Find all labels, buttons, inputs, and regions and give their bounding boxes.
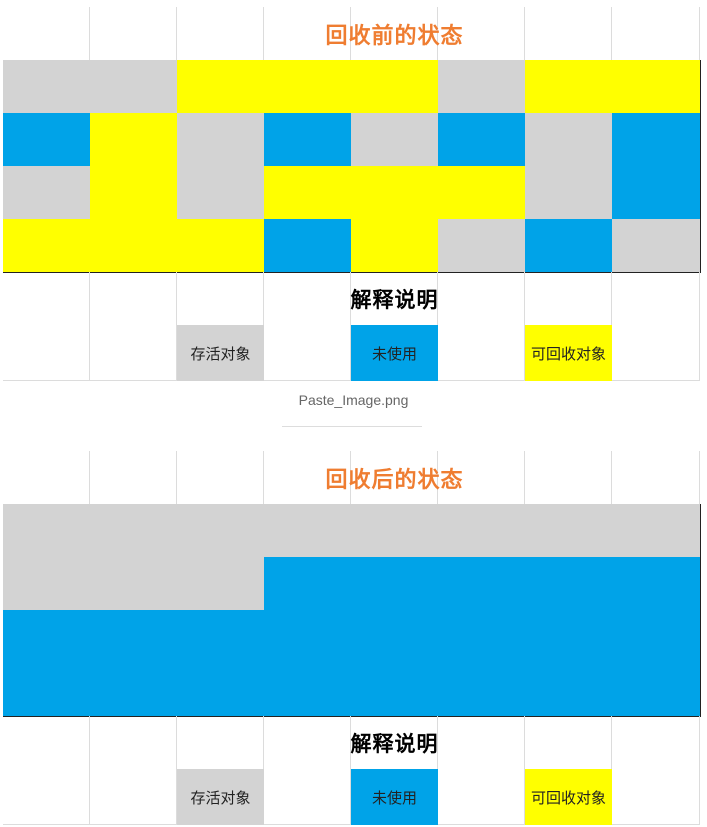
memory-cell-unused: [612, 166, 701, 220]
memory-cell-collectable: [351, 60, 439, 114]
memory-cell-live: [612, 219, 701, 273]
memory-cell-unused: [264, 113, 352, 167]
legend-title-row: 解释说明: [3, 272, 700, 325]
memory-cell-unused: [264, 663, 352, 717]
memory-cell-live: [438, 219, 526, 273]
memory-cell-unused: [351, 610, 439, 664]
memory-cell-live: [438, 504, 526, 558]
memory-cell-live: [177, 504, 265, 558]
memory-cell-unused: [177, 610, 265, 664]
memory-cell-live: [351, 113, 439, 167]
legend-collectable: 可回收对象: [525, 325, 612, 381]
memory-cell-live: [90, 504, 178, 558]
memory-cell-unused: [264, 610, 352, 664]
memory-cell-unused: [438, 610, 526, 664]
memory-cell-collectable: [90, 166, 178, 220]
legend-title: 解释说明: [350, 286, 439, 312]
memory-cell-collectable: [351, 219, 439, 273]
memory-cell-collectable: [177, 219, 265, 273]
legend-live: 存活对象: [177, 769, 264, 825]
memory-cell-collectable: [264, 60, 352, 114]
panel-title: 回收前的状态: [325, 22, 464, 49]
memory-cell-unused: [90, 663, 178, 717]
memory-cell-unused: [3, 610, 91, 664]
memory-cell-live: [3, 166, 91, 220]
memory-cell-collectable: [438, 166, 526, 220]
memory-cell-live: [525, 504, 613, 558]
memory-cell-unused: [438, 113, 526, 167]
memory-cell-unused: [264, 557, 352, 611]
memory-grid: [3, 60, 701, 273]
memory-cell-collectable: [264, 166, 352, 220]
memory-cell-unused: [438, 557, 526, 611]
memory-cell-unused: [351, 663, 439, 717]
memory-cell-unused: [264, 219, 352, 273]
memory-cell-collectable: [525, 60, 613, 114]
memory-cell-collectable: [351, 166, 439, 220]
memory-cell-unused: [438, 663, 526, 717]
memory-cell-collectable: [90, 219, 178, 273]
memory-cell-unused: [525, 219, 613, 273]
memory-cell-live: [177, 113, 265, 167]
memory-cell-unused: [3, 113, 91, 167]
memory-cell-unused: [612, 557, 701, 611]
caption-divider: [282, 426, 422, 427]
memory-cell-live: [525, 166, 613, 220]
memory-cell-live: [177, 557, 265, 611]
legend-row: 存活对象 未使用 可回收对象: [3, 325, 700, 381]
legend-row: 存活对象 未使用 可回收对象: [3, 769, 700, 825]
memory-cell-live: [525, 113, 613, 167]
memory-cell-unused: [90, 610, 178, 664]
memory-cell-live: [612, 504, 701, 558]
memory-cell-unused: [612, 663, 701, 717]
memory-cell-unused: [351, 557, 439, 611]
memory-cell-unused: [525, 610, 613, 664]
memory-cell-unused: [525, 663, 613, 717]
memory-cell-live: [3, 60, 91, 114]
legend-collectable: 可回收对象: [525, 769, 612, 825]
memory-cell-unused: [525, 557, 613, 611]
legend-title: 解释说明: [350, 730, 439, 756]
title-row: 回收后的状态: [3, 451, 700, 504]
memory-cell-live: [90, 557, 178, 611]
after-panel: 回收后的状态 解释说明 存活对象 未使用 可回收对象: [3, 451, 701, 825]
memory-cell-live: [90, 60, 178, 114]
memory-cell-live: [264, 504, 352, 558]
title-row: 回收前的状态: [3, 7, 700, 60]
memory-cell-live: [3, 504, 91, 558]
legend-unused: 未使用: [351, 325, 438, 381]
memory-cell-live: [3, 557, 91, 611]
memory-cell-unused: [177, 663, 265, 717]
legend-title-row: 解释说明: [3, 716, 700, 769]
before-panel: 回收前的状态 解释说明 存活对象 未使用 可回收对象: [3, 7, 701, 381]
memory-grid: [3, 504, 701, 717]
memory-cell-collectable: [90, 113, 178, 167]
memory-cell-unused: [3, 663, 91, 717]
memory-cell-live: [351, 504, 439, 558]
memory-cell-collectable: [177, 60, 265, 114]
memory-cell-live: [438, 60, 526, 114]
image-caption: Paste_Image.png: [298, 392, 409, 408]
memory-cell-unused: [612, 610, 701, 664]
memory-cell-collectable: [3, 219, 91, 273]
legend-live: 存活对象: [177, 325, 264, 381]
memory-cell-live: [177, 166, 265, 220]
legend-unused: 未使用: [351, 769, 438, 825]
memory-cell-collectable: [612, 60, 701, 114]
panel-title: 回收后的状态: [325, 466, 464, 493]
memory-cell-unused: [612, 113, 701, 167]
